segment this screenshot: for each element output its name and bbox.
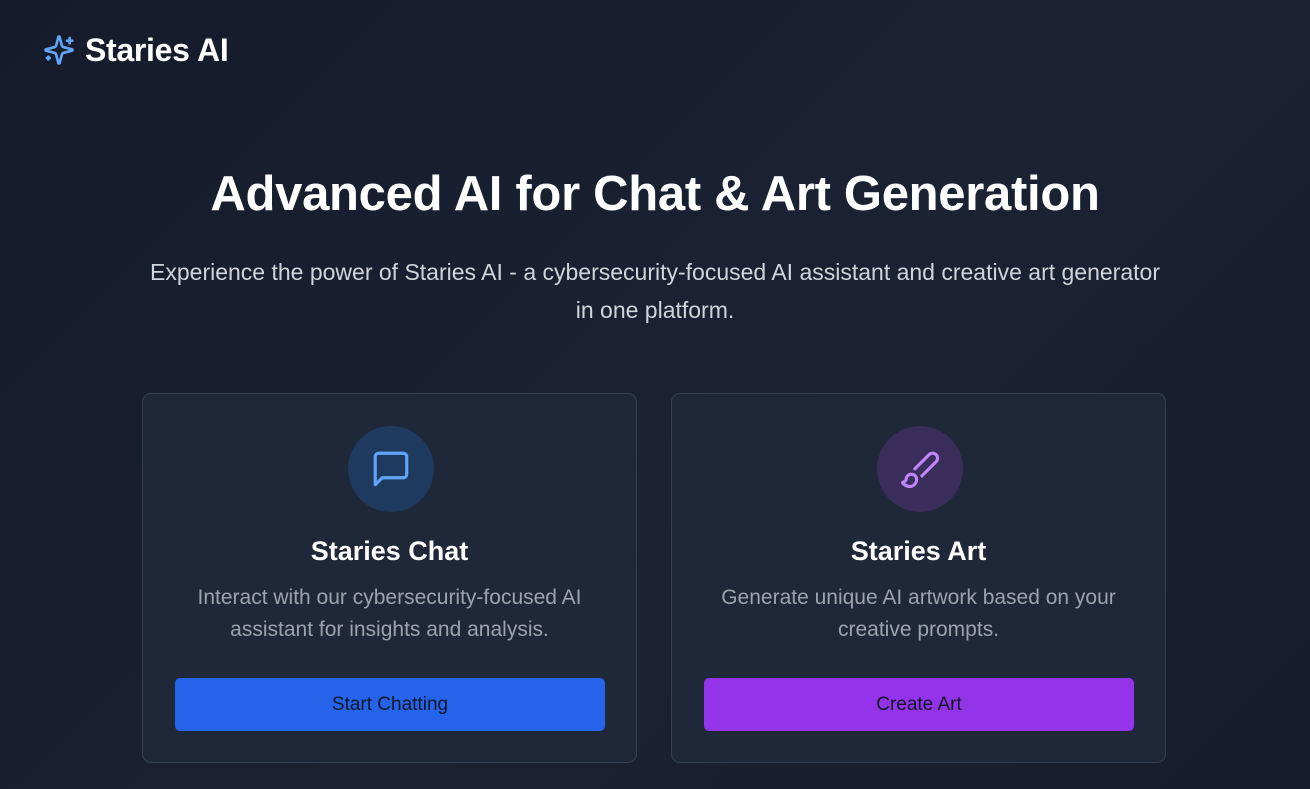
paintbrush-icon [899,448,941,490]
hero-title: Advanced AI for Chat & Art Generation [210,167,1100,221]
art-icon-badge [877,426,963,512]
art-card-title: Staries Art [850,536,987,566]
brand-name: Staries AI [85,32,229,68]
message-square-icon [370,448,412,490]
start-chatting-button[interactable]: Start Chatting [175,678,605,731]
chat-card: Staries Chat Interact with our cybersecu… [142,393,637,763]
chat-card-title: Staries Chat [310,536,469,566]
hero-subtitle: Experience the power of Staries AI - a c… [150,259,1160,323]
chat-icon-badge [348,426,434,512]
art-card: Staries Art Generate unique AI artwork b… [671,393,1166,763]
art-card-description: Generate unique AI artwork based on your… [721,586,1116,641]
create-art-button[interactable]: Create Art [704,678,1134,731]
chat-card-description: Interact with our cybersecurity-focused … [197,586,582,641]
sparkles-icon [43,34,75,66]
brand-header[interactable]: Staries AI [43,32,229,68]
